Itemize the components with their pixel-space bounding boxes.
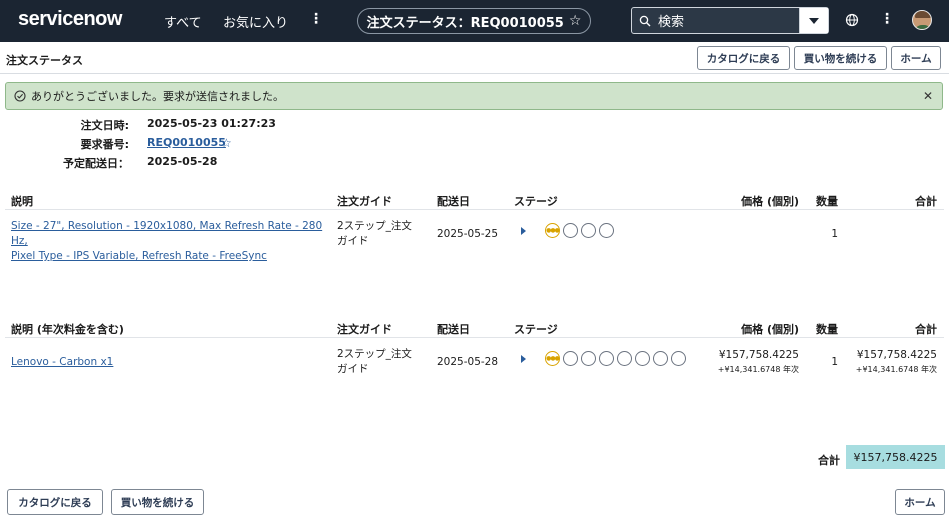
- nav-all-menu[interactable]: すべて: [164, 12, 202, 31]
- stage-pending-icon: [653, 351, 668, 366]
- close-icon[interactable]: ✕: [923, 89, 933, 103]
- stage-pending-icon: [599, 351, 614, 366]
- alert-message: ありがとうございました。要求が送信されました。: [31, 90, 284, 103]
- column-header-total: 合計: [915, 195, 937, 208]
- stage-pending-icon: [635, 351, 650, 366]
- column-header-total: 合計: [915, 323, 937, 336]
- logo-text: servicenow: [18, 8, 122, 30]
- top-navigation: servicenow すべて お気に入り ⋮ 注文ステータス：REQ001005…: [0, 0, 949, 42]
- column-header-description-annual: 説明 (年次料金を含む): [11, 323, 124, 336]
- total-annual: +¥14,341.6748 年次: [855, 365, 937, 374]
- order-guide-line1: 2ステップ_注文: [337, 220, 412, 232]
- table-header-divider: [5, 209, 944, 210]
- stage-progress[interactable]: ●●●: [521, 223, 614, 238]
- column-header-delivery-date: 配送日: [437, 195, 470, 208]
- nav-favorites-menu[interactable]: お気に入り: [223, 12, 288, 31]
- column-header-delivery-date: 配送日: [437, 323, 470, 336]
- search-icon: [632, 8, 658, 33]
- home-button[interactable]: ホーム: [891, 46, 941, 70]
- globe-icon[interactable]: [845, 13, 859, 30]
- delivery-date-cell: 2025-05-28: [437, 356, 499, 368]
- request-number-label: 要求番号:: [80, 138, 129, 151]
- user-avatar[interactable]: [912, 10, 932, 30]
- item-description-link-line2[interactable]: Pixel Type - IPS Variable, Refresh Rate …: [11, 250, 267, 262]
- success-alert: ありがとうございました。要求が送信されました。 ✕: [5, 82, 943, 110]
- unit-price-annual: +¥14,341.6748 年次: [717, 365, 799, 374]
- stage-pending-icon: [671, 351, 686, 366]
- column-header-description: 説明: [11, 195, 33, 208]
- column-header-stage: ステージ: [514, 195, 558, 208]
- settings-menu-icon[interactable]: ⋮: [880, 11, 894, 27]
- column-header-quantity: 数量: [816, 195, 838, 208]
- header-divider: [0, 73, 949, 74]
- avatar-hair: [915, 11, 931, 18]
- expand-stage-icon[interactable]: [521, 226, 526, 235]
- item-description-link-line1[interactable]: Size - 27", Resolution - 1920x1080, Max …: [11, 220, 322, 247]
- expand-stage-icon[interactable]: [521, 354, 526, 363]
- stage-pending-icon: [581, 351, 596, 366]
- search-scope-dropdown-icon[interactable]: [799, 8, 828, 33]
- stage-pending-icon: [617, 351, 632, 366]
- grand-total-value: ¥157,758.4225: [846, 445, 945, 469]
- column-header-unit-price: 価格 (個別): [741, 323, 799, 336]
- delivery-date-value: 2025-05-28: [147, 155, 218, 168]
- context-title-pill[interactable]: 注文ステータス：REQ0010055 ☆: [357, 8, 591, 34]
- stage-pending-icon: [563, 223, 578, 238]
- order-guide-line1: 2ステップ_注文: [337, 348, 412, 360]
- request-number-link[interactable]: REQ0010055: [147, 136, 226, 149]
- item-description[interactable]: Size - 27", Resolution - 1920x1080, Max …: [11, 219, 331, 264]
- delivery-date-label: 予定配送日：: [63, 157, 129, 170]
- quantity-cell: 1: [831, 228, 838, 240]
- grand-total-label: 合計: [818, 454, 840, 467]
- stage-current-icon: ●●●: [545, 351, 560, 366]
- favorite-star-icon[interactable]: ☆: [569, 13, 582, 29]
- footer-back-to-catalog-button[interactable]: カタログに戻る: [7, 489, 103, 515]
- column-header-unit-price: 価格 (個別): [741, 195, 799, 208]
- stage-current-icon: ●●●: [545, 223, 560, 238]
- column-header-quantity: 数量: [816, 323, 838, 336]
- item-description-link[interactable]: Lenovo - Carbon x1: [11, 356, 113, 368]
- column-header-order-guide: 注文ガイド: [337, 323, 392, 336]
- order-guide-cell: 2ステップ_注文 ガイド: [337, 219, 412, 249]
- order-guide-line2: ガイド: [337, 363, 369, 375]
- page-title: 注文ステータス: [6, 54, 83, 67]
- more-menu-icon[interactable]: ⋮: [309, 11, 323, 27]
- servicenow-logo[interactable]: servicenow: [18, 8, 122, 31]
- footer-continue-shopping-button[interactable]: 買い物を続ける: [111, 489, 204, 515]
- stage-pending-icon: [581, 223, 596, 238]
- check-circle-icon: [14, 90, 26, 102]
- item-description[interactable]: Lenovo - Carbon x1: [11, 355, 113, 370]
- table-header-divider: [5, 337, 944, 338]
- column-header-order-guide: 注文ガイド: [337, 195, 392, 208]
- search-input[interactable]: 検索: [658, 11, 799, 30]
- back-to-catalog-button[interactable]: カタログに戻る: [697, 46, 790, 70]
- request-star-icon[interactable]: ☆: [221, 136, 232, 150]
- footer-home-button[interactable]: ホーム: [895, 489, 945, 515]
- delivery-date-cell: 2025-05-25: [437, 228, 499, 240]
- order-guide-line2: ガイド: [337, 235, 369, 247]
- context-title: 注文ステータス：REQ0010055: [366, 15, 564, 31]
- order-guide-cell: 2ステップ_注文 ガイド: [337, 347, 412, 377]
- stage-progress[interactable]: ●●●: [521, 351, 686, 366]
- column-header-stage: ステージ: [514, 323, 558, 336]
- stage-pending-icon: [563, 351, 578, 366]
- global-search[interactable]: 検索: [631, 7, 829, 34]
- order-date-value: 2025-05-23 01:27:23: [147, 117, 276, 130]
- order-date-label: 注文日時:: [80, 119, 129, 132]
- unit-price-cell: ¥157,758.4225: [718, 349, 799, 361]
- stage-pending-icon: [599, 223, 614, 238]
- avatar-shirt: [914, 25, 931, 29]
- continue-shopping-button[interactable]: 買い物を続ける: [794, 46, 887, 70]
- total-cell: ¥157,758.4225: [856, 349, 937, 361]
